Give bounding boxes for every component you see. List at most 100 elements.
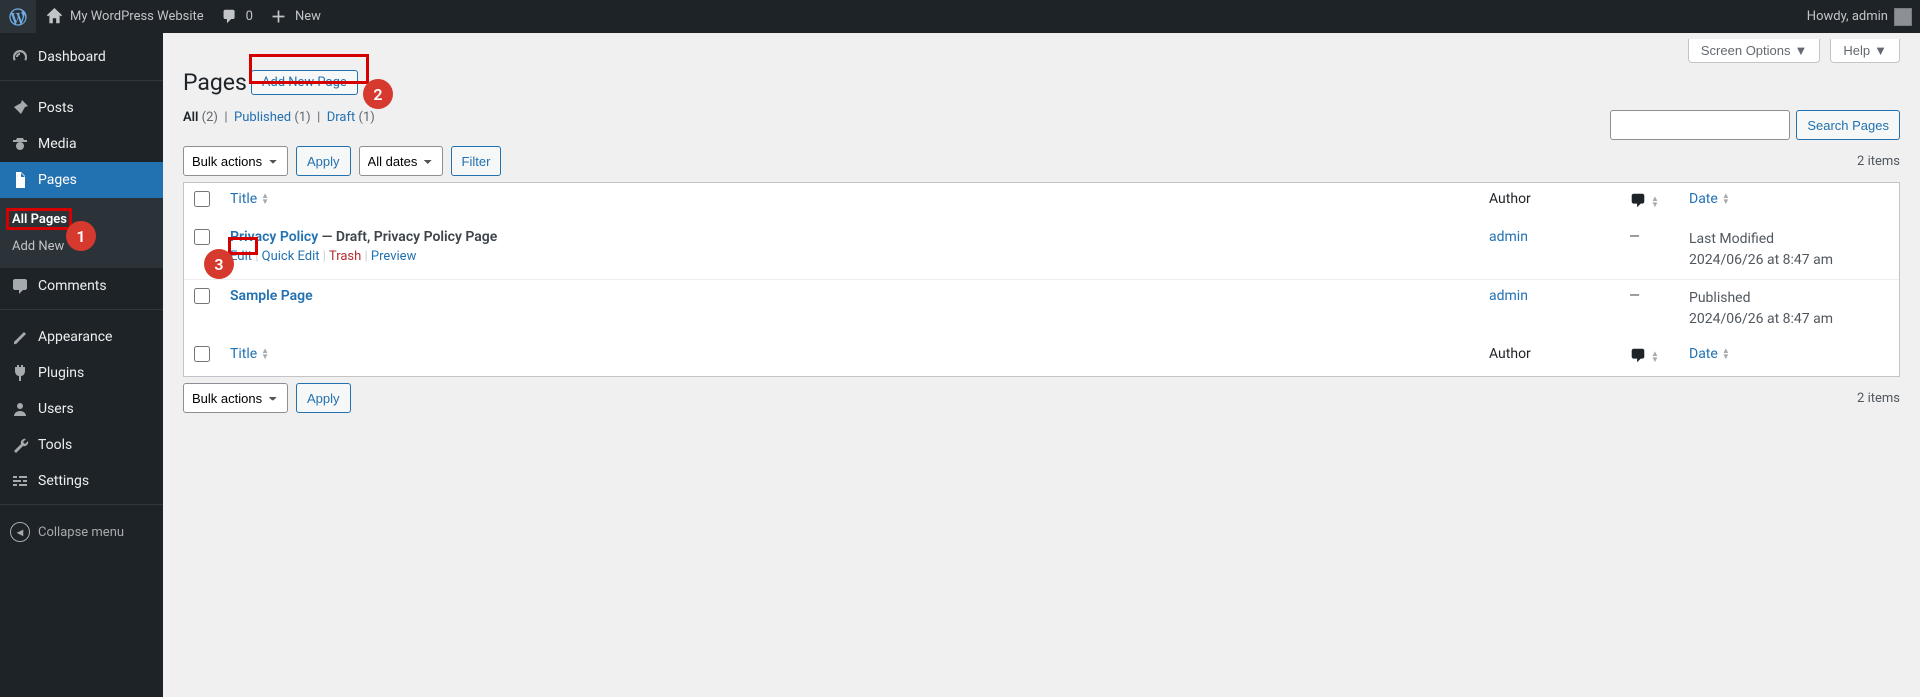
search-button[interactable]: Search Pages — [1796, 110, 1900, 140]
table-row: Privacy Policy — Draft, Privacy Policy P… — [184, 221, 1899, 280]
col-title-bottom[interactable]: Title▲▼ — [230, 346, 269, 362]
col-date-bottom[interactable]: Date▲▼ — [1689, 346, 1730, 362]
site-link[interactable]: My WordPress Website — [36, 0, 212, 33]
comment-icon — [1629, 346, 1647, 368]
new-label: New — [295, 9, 321, 24]
collapse-label: Collapse menu — [38, 525, 124, 540]
items-count-bottom: 2 items — [1857, 391, 1900, 406]
apply-button-bottom[interactable]: Apply — [296, 383, 351, 413]
author-link[interactable]: admin — [1489, 229, 1528, 245]
sort-icon: ▲▼ — [1722, 348, 1730, 360]
page-icon — [10, 170, 30, 190]
comment-icon — [220, 7, 240, 27]
collapse-icon: ◄ — [10, 522, 30, 542]
trash-link[interactable]: Trash — [329, 249, 361, 264]
quick-edit-link[interactable]: Quick Edit — [262, 249, 320, 264]
edit-link[interactable]: Edit — [230, 249, 252, 264]
sort-icon: ▲▼ — [261, 348, 269, 360]
menu-label: Plugins — [38, 365, 84, 381]
bulk-actions-select-bottom[interactable]: Bulk actions — [183, 383, 288, 413]
status-filters: All (2) | Published (1) | Draft (1) — [183, 110, 375, 125]
col-comments-bottom[interactable]: ▲▼ — [1629, 346, 1659, 368]
screen-options-button[interactable]: Screen Options ▼ — [1688, 39, 1820, 63]
menu-tools[interactable]: Tools — [0, 427, 163, 463]
row-checkbox[interactable] — [194, 229, 210, 245]
filter-published[interactable]: Published — [234, 110, 291, 125]
dates-filter-select[interactable]: All dates — [359, 146, 443, 176]
help-button[interactable]: Help ▼ — [1830, 39, 1900, 63]
date-status: Last Modified — [1689, 231, 1774, 247]
filter-button[interactable]: Filter — [451, 146, 502, 176]
filter-draft[interactable]: Draft — [327, 110, 356, 125]
row-title-link[interactable]: Sample Page — [230, 288, 313, 304]
comment-icon — [10, 276, 30, 296]
menu-settings[interactable]: Settings — [0, 463, 163, 499]
items-count-top: 2 items — [1857, 154, 1900, 169]
row-checkbox[interactable] — [194, 288, 210, 304]
select-all-bottom[interactable] — [194, 346, 210, 362]
add-new-page-button[interactable]: Add New Page — [251, 70, 358, 95]
menu-plugins[interactable]: Plugins — [0, 355, 163, 391]
menu-label: Media — [38, 136, 77, 152]
sort-icon: ▲▼ — [1722, 193, 1730, 205]
menu-posts[interactable]: Posts — [0, 90, 163, 126]
caret-down-icon: ▼ — [1874, 43, 1887, 58]
menu-dashboard[interactable]: Dashboard — [0, 39, 163, 75]
menu-media[interactable]: Media — [0, 126, 163, 162]
col-author: Author — [1479, 183, 1619, 221]
col-date[interactable]: Date▲▼ — [1689, 191, 1730, 207]
date-value: 2024/06/26 at 8:47 am — [1689, 311, 1833, 327]
sliders-icon — [10, 471, 30, 491]
content-area: Screen Options ▼ Help ▼ Pages Add New Pa… — [163, 33, 1920, 439]
menu-label: Comments — [38, 278, 107, 294]
comment-icon — [1629, 191, 1647, 213]
dashboard-icon — [10, 47, 30, 67]
plugin-icon — [10, 363, 30, 383]
admin-sidebar: Dashboard Posts Media Pages All Pages Ad… — [0, 33, 163, 697]
media-icon — [10, 134, 30, 154]
page-title: Pages — [183, 69, 247, 96]
user-icon — [10, 399, 30, 419]
menu-label: Posts — [38, 100, 74, 116]
col-author-bottom: Author — [1479, 338, 1619, 376]
avatar-icon — [1894, 8, 1912, 26]
collapse-menu[interactable]: ◄ Collapse menu — [0, 514, 163, 550]
sort-icon: ▲▼ — [1651, 351, 1659, 363]
comments-link[interactable]: 0 — [212, 0, 261, 33]
author-link[interactable]: admin — [1489, 288, 1528, 304]
sort-icon: ▲▼ — [1651, 196, 1659, 208]
search-input[interactable] — [1610, 110, 1790, 140]
col-title[interactable]: Title▲▼ — [230, 191, 269, 207]
pages-submenu: All Pages Add New — [0, 198, 163, 268]
pages-table: Title▲▼ Author ▲▼ Date▲▼ Privacy Policy … — [183, 182, 1900, 377]
pin-icon — [10, 98, 30, 118]
row-comments: — — [1619, 280, 1679, 338]
apply-button-top[interactable]: Apply — [296, 146, 351, 176]
plus-icon — [269, 7, 289, 27]
comments-count: 0 — [246, 9, 253, 24]
new-content-link[interactable]: New — [261, 0, 329, 33]
submenu-add-new[interactable]: Add New — [0, 233, 163, 260]
menu-users[interactable]: Users — [0, 391, 163, 427]
table-row: Sample Page admin — Published 2024/06/26 … — [184, 280, 1899, 338]
select-all-top[interactable] — [194, 191, 210, 207]
bulk-actions-select-top[interactable]: Bulk actions — [183, 146, 288, 176]
submenu-all-pages[interactable]: All Pages — [0, 206, 163, 233]
howdy-text: Howdy, admin — [1807, 9, 1888, 24]
search-box: Search Pages — [1610, 110, 1900, 140]
filter-all[interactable]: All — [183, 110, 198, 125]
row-comments: — — [1619, 221, 1679, 280]
preview-link[interactable]: Preview — [371, 249, 416, 264]
date-status: Published — [1689, 290, 1750, 306]
row-title-link[interactable]: Privacy Policy — [230, 229, 318, 245]
my-account[interactable]: Howdy, admin — [1799, 0, 1920, 33]
wp-logo[interactable] — [0, 0, 36, 33]
wrench-icon — [10, 435, 30, 455]
menu-appearance[interactable]: Appearance — [0, 319, 163, 355]
menu-pages[interactable]: Pages — [0, 162, 163, 198]
home-icon — [44, 7, 64, 27]
menu-comments[interactable]: Comments — [0, 268, 163, 304]
menu-label: Settings — [38, 473, 89, 489]
menu-label: Tools — [38, 437, 72, 453]
col-comments[interactable]: ▲▼ — [1629, 191, 1659, 213]
